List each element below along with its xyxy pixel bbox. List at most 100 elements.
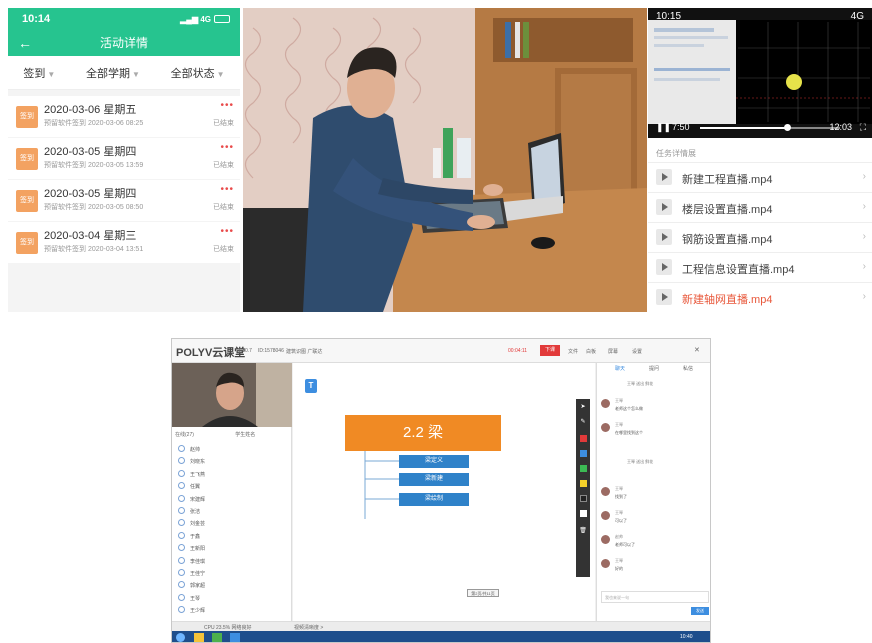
chevron-right-icon: › [862, 231, 866, 242]
filter-term[interactable]: 全部学期 ▼ [86, 65, 140, 81]
list-item[interactable]: 签到 2020-03-05 星期四 预留软件签到 2020-03-05 13:5… [8, 138, 240, 179]
clock: 10:40 [680, 634, 693, 640]
color-red-swatch[interactable] [579, 435, 587, 442]
signin-tag: 签到 [16, 106, 38, 128]
signal-indicator: 4G [850, 11, 864, 22]
pen-icon[interactable]: ✎ [576, 418, 590, 425]
list-item[interactable]: 签到 2020-03-04 星期三 预留软件签到 2020-03-04 13:5… [8, 222, 240, 263]
chevron-right-icon: › [862, 261, 866, 272]
user-list-item[interactable]: 任翼 [172, 480, 292, 492]
user-icon [178, 445, 185, 452]
record-status: 已结束 [213, 120, 234, 127]
battery-icon [214, 15, 230, 24]
record-date: 2020-03-04 星期三 [44, 230, 137, 242]
video-item[interactable]: 新建工程直播.mp4 › [648, 162, 872, 192]
avatar [601, 399, 610, 408]
quality-status[interactable]: 视频清晰度 > [294, 624, 323, 631]
record-status: 已结束 [213, 204, 234, 211]
close-icon[interactable]: ✕ [694, 346, 700, 354]
app-icon[interactable] [230, 633, 240, 642]
chat-text: 可以了 [615, 518, 627, 523]
back-arrow-icon[interactable]: ← [18, 30, 32, 56]
progress-handle[interactable] [783, 124, 791, 131]
video-name: 楼层设置直播.mp4 [682, 204, 773, 216]
camera-feed [172, 363, 292, 427]
status-bar: CPU 23.5% 网络良好 视频清晰度 > [172, 621, 710, 631]
user-list-item[interactable]: 刘晓东 [172, 455, 292, 467]
more-icon[interactable]: ••• [220, 142, 234, 153]
user-icon [178, 457, 185, 465]
user-list-item[interactable]: 刘金芸 [172, 517, 292, 529]
user-list-item[interactable]: 王琴 [172, 592, 292, 604]
color-green-swatch[interactable] [579, 465, 587, 472]
chat-input[interactable]: 我也来说一句 [601, 591, 709, 603]
color-black-swatch[interactable] [579, 495, 587, 502]
app-icon[interactable] [212, 633, 222, 642]
user-list-item[interactable]: 王少辉 [172, 604, 292, 616]
user-list-item[interactable]: 赵帅 [172, 443, 292, 455]
filter-status[interactable]: 全部状态 ▼ [171, 65, 225, 81]
video-frame [648, 8, 872, 138]
tab-private[interactable]: 私信 [683, 365, 693, 372]
chat-message: 王琴 好的 [601, 557, 709, 579]
signin-tag: 签到 [16, 190, 38, 212]
list-item[interactable]: 签到 2020-03-05 星期四 预留软件签到 2020-03-05 08:5… [8, 180, 240, 221]
toolbar-file[interactable]: 文件 [568, 348, 578, 355]
video-name: 钢筋设置直播.mp4 [682, 234, 773, 246]
user-name: 王新阳 [190, 546, 206, 553]
user-icon [178, 519, 185, 527]
user-list-item[interactable]: 王佳宁 [172, 567, 292, 579]
user-list-item[interactable]: 郭家超 [172, 579, 292, 591]
chevron-right-icon: › [862, 291, 866, 302]
progress-bar[interactable] [700, 124, 840, 131]
user-list-item[interactable]: 宋建辉 [172, 493, 292, 505]
filter-type[interactable]: 签到 ▼ [23, 65, 55, 81]
more-icon[interactable]: ••• [220, 100, 234, 111]
user-icon [178, 606, 185, 614]
end-class-button[interactable]: 下课 [540, 345, 560, 356]
toolbar-screen[interactable]: 屏幕 [608, 348, 618, 355]
more-icon[interactable]: ••• [220, 226, 234, 237]
tab-chat[interactable]: 聊天 [615, 365, 625, 372]
tab-questions[interactable]: 提问 [649, 365, 659, 372]
send-button[interactable]: 发送 [691, 607, 709, 615]
video-player[interactable]: 10:15 4G ❚❚ 7:50 12:03 ⛶ [648, 8, 872, 138]
system-message: 王琴 送出 鲜花 [627, 381, 654, 386]
color-yellow-swatch[interactable] [579, 480, 587, 487]
toolbar-whiteboard[interactable]: 白板 [586, 348, 596, 355]
user-icon [178, 556, 185, 564]
page-indicator: 第2页/共11页 [467, 589, 499, 597]
chevron-down-icon: ▼ [216, 69, 225, 79]
color-white-swatch[interactable] [579, 510, 587, 517]
desktop-live-classroom: POLYV云课堂 1.10.7 ID:1578046 建筑识图 广联达 00:0… [171, 338, 711, 643]
folder-icon[interactable] [194, 633, 204, 642]
record-status: 已结束 [213, 246, 234, 253]
user-list-item[interactable]: 李佳琪 [172, 555, 292, 567]
video-item[interactable]: 钢筋设置直播.mp4 › [648, 222, 872, 252]
user-name: 王琴 [190, 595, 201, 602]
more-icon[interactable]: ••• [220, 184, 234, 195]
slide-title: 2.2 梁 [345, 415, 501, 451]
teacher-at-desk-illustration [243, 8, 647, 312]
drawing-toolbar: ➤ ✎ 🗑 [576, 399, 590, 577]
video-item[interactable]: 楼层设置直播.mp4 › [648, 192, 872, 222]
start-icon[interactable] [176, 633, 185, 642]
video-item[interactable]: 新建轴网直播.mp4 › [648, 282, 872, 312]
play-icon [656, 169, 672, 185]
whiteboard[interactable]: T 2.2 梁 梁定义 梁新建 梁绘制 第2页/共11页 [293, 363, 595, 621]
toolbar-settings[interactable]: 设置 [632, 348, 642, 355]
user-list-item[interactable]: 王新阳 [172, 542, 292, 554]
system-message: 王琴 送出 鲜花 [627, 459, 654, 464]
video-item[interactable]: 工程信息设置直播.mp4 › [648, 252, 872, 282]
play-pause-icon[interactable]: ❚❚ [656, 122, 671, 133]
user-list-item[interactable]: 于鑫 [172, 530, 292, 542]
list-item[interactable]: 签到 2020-03-06 星期五 预留软件签到 2020-03-06 08:2… [8, 96, 240, 137]
search-label[interactable]: 学生姓名 [235, 432, 255, 438]
user-list-item[interactable]: 王飞燕 [172, 468, 292, 480]
delete-icon[interactable]: 🗑 [576, 527, 590, 534]
color-blue-swatch[interactable] [579, 450, 587, 457]
pointer-icon[interactable]: ➤ [576, 403, 590, 410]
user-name: 李佳琪 [190, 558, 206, 565]
user-list-item[interactable]: 张洁 [172, 505, 292, 517]
fullscreen-icon[interactable]: ⛶ [860, 122, 866, 133]
